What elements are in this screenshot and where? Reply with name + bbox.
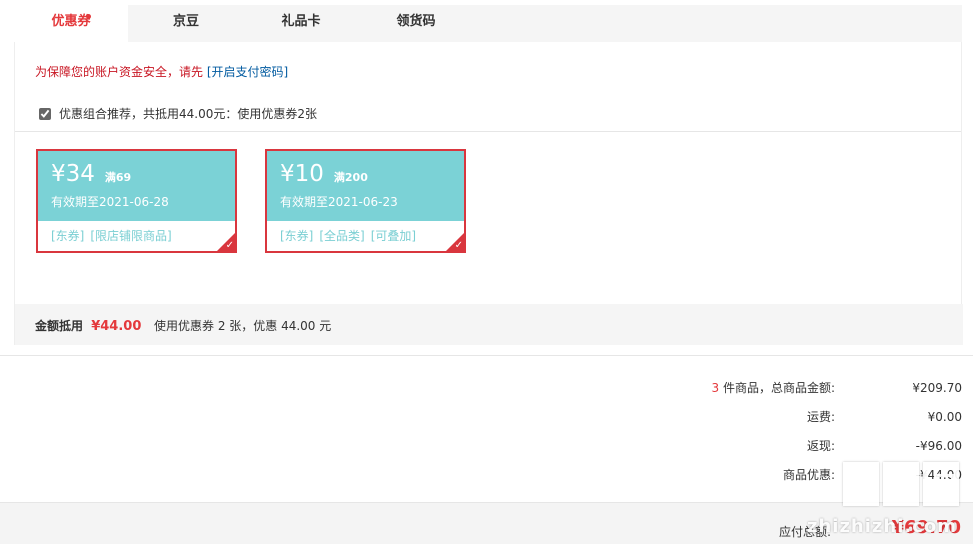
tab-coupons[interactable]: 优惠券 [14, 5, 128, 43]
discount-label-text: 金额抵用 [35, 319, 84, 333]
coupon-header: ¥10 满200 有效期至2021-06-23 [267, 151, 464, 221]
items-total-label: 3 件商品，总商品金额: [712, 378, 836, 398]
coupon-tag: [东券] [280, 229, 314, 243]
tab-gift-card-label: 礼品卡 [281, 14, 321, 29]
discount-summary-label: 金额抵用 ¥44.00 [35, 317, 141, 334]
payable-total-label: 应付总额: [778, 525, 831, 539]
coupon-tags: [东券] [限店铺限商品] [38, 221, 235, 250]
coupon-validity: 有效期至2021-06-28 [51, 195, 169, 209]
coupon-card[interactable]: ¥10 满200 有效期至2021-06-23 [东券] [全品类] [可叠加] ✓ [265, 149, 466, 253]
coupon-tag: [限店铺限商品] [90, 229, 172, 243]
total-row-items: 3 件商品，总商品金额: ¥209.70 [562, 378, 963, 407]
items-total-value: ¥209.70 [912, 381, 962, 395]
coupon-validity: 有效期至2021-06-23 [280, 195, 398, 209]
combo-checkbox[interactable] [39, 107, 51, 120]
item-count: 3 [711, 381, 720, 395]
tab-redeem-code[interactable]: 领货码 [359, 5, 473, 42]
divider [15, 131, 961, 132]
coupon-tag: [东券] [51, 229, 85, 243]
combo-recommendation[interactable]: 优惠组合推荐，共抵用44.00元：使用优惠券2张 [39, 105, 317, 122]
section-divider [0, 355, 973, 356]
tab-gift-card[interactable]: 礼品卡 [244, 5, 358, 42]
enable-payment-password-link[interactable]: [开启支付密码] [207, 65, 288, 79]
discount-summary: 金额抵用 ¥44.00 使用优惠券 2 张，优惠 44.00 元 [15, 304, 963, 345]
checkmark-icon: ✓ [225, 240, 234, 251]
items-label-text: 件商品，总商品金额: [719, 381, 835, 395]
discount-value: -¥44.00 [915, 468, 962, 482]
discount-description: 使用优惠券 2 张，优惠 44.00 元 [154, 319, 332, 333]
coupon-amount: ¥34 [51, 161, 95, 187]
tab-bar: 优惠券 京豆 礼品卡 领货码 [14, 5, 962, 43]
discount-amount: ¥44.00 [91, 319, 142, 334]
payable-total-value: ¥69.70 [891, 517, 961, 538]
coupon-tags: [东券] [全品类] [可叠加] [267, 221, 464, 250]
order-totals: 3 件商品，总商品金额: ¥209.70 运费: ¥0.00 返现: -¥96.… [562, 378, 963, 494]
total-row-cashback: 返现: -¥96.00 [562, 436, 962, 465]
shipping-value: ¥0.00 [927, 410, 962, 424]
security-notice: 为保障您的账户资金安全，请先 [开启支付密码] [35, 63, 288, 80]
cashback-label: 返现: [806, 439, 835, 453]
total-row-shipping: 运费: ¥0.00 [562, 407, 962, 436]
coupons-tab-content: 为保障您的账户资金安全，请先 [开启支付密码] 优惠组合推荐，共抵用44.00元… [14, 42, 963, 345]
checkmark-icon: ✓ [454, 240, 463, 251]
coupon-header: ¥34 满69 有效期至2021-06-28 [38, 151, 235, 221]
tab-jingdou[interactable]: 京豆 [129, 5, 243, 42]
shipping-label: 运费: [806, 410, 835, 424]
coupon-card[interactable]: ¥34 满69 有效期至2021-06-28 [东券] [限店铺限商品] ✓ [36, 149, 237, 253]
coupon-tag: [可叠加] [370, 229, 417, 243]
payable-footer: 应付总额: ¥69.70 [0, 502, 973, 544]
combo-text: 优惠组合推荐，共抵用44.00元：使用优惠券2张 [59, 107, 317, 121]
payment-options-panel: 优惠券 京豆 礼品卡 领货码 为保障您的账户资金安全，请先 [开启支付密码] 优… [14, 5, 963, 345]
total-row-discount: 商品优惠: -¥44.00 [562, 465, 962, 494]
tab-redeem-code-label: 领货码 [396, 14, 436, 29]
security-notice-text: 为保障您的账户资金安全，请先 [35, 65, 204, 79]
coupon-condition: 满200 [333, 171, 368, 184]
new-dot-icon [86, 14, 91, 19]
coupon-tag: [全品类] [319, 229, 365, 243]
tab-jingdou-label: 京豆 [172, 14, 199, 29]
coupon-amount: ¥10 [280, 161, 324, 187]
tab-coupons-label: 优惠券 [51, 14, 91, 29]
coupon-condition: 满69 [104, 171, 132, 184]
discount-label: 商品优惠: [782, 468, 835, 482]
cashback-value: -¥96.00 [915, 439, 962, 453]
